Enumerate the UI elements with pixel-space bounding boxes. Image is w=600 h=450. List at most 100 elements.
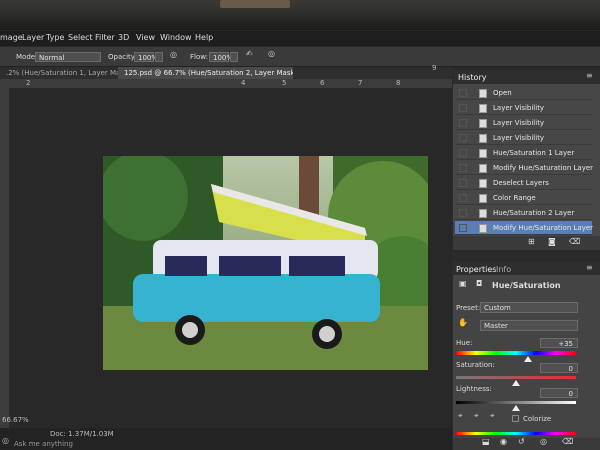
history-item[interactable]: Hue/Saturation 1 Layer — [455, 146, 592, 160]
history-item-selected[interactable]: Modify Hue/Saturation Layer — [455, 221, 594, 235]
document-image[interactable] — [103, 156, 428, 370]
bezel-reflection — [220, 0, 290, 8]
document-icon — [479, 104, 487, 113]
saturation-input[interactable]: 0 — [540, 363, 578, 373]
new-document-icon[interactable]: ⊞ — [528, 238, 535, 246]
history-item-label: Modify Hue/Saturation Layer — [493, 164, 594, 172]
menu-image[interactable]: mage — [0, 33, 23, 42]
tab-properties[interactable]: Properties — [456, 265, 496, 274]
snapshot-checkbox[interactable] — [459, 89, 467, 97]
hue-input[interactable]: +35 — [540, 338, 578, 348]
monitor-bezel — [0, 0, 600, 30]
opacity-input[interactable]: 100% — [134, 52, 158, 62]
preset-label: Preset: — [456, 304, 481, 312]
opacity-dropdown[interactable] — [155, 52, 163, 62]
ruler-mark: 7 — [358, 79, 363, 87]
camera-icon[interactable]: ◙ — [548, 238, 556, 246]
snapshot-checkbox[interactable] — [459, 209, 467, 217]
adjustment-icon[interactable]: ▣ — [459, 280, 467, 288]
colorize-checkbox[interactable] — [512, 415, 519, 422]
snapshot-checkbox[interactable] — [459, 194, 467, 202]
pressure-opacity-icon[interactable]: ◎ — [170, 51, 177, 59]
snapshot-checkbox[interactable] — [459, 119, 467, 127]
pressure-size-icon[interactable]: ◎ — [268, 50, 275, 58]
menu-select[interactable]: Select — [68, 33, 93, 42]
menu-view[interactable]: View — [136, 33, 155, 42]
history-item[interactable]: Color Range — [455, 191, 592, 205]
lightness-slider-thumb[interactable] — [512, 405, 520, 411]
search-hint[interactable]: Ask me anything — [14, 441, 73, 448]
history-item-label: Open — [493, 89, 512, 97]
document-icon — [479, 134, 487, 143]
saturation-slider-thumb[interactable] — [512, 380, 520, 386]
history-item-label: Layer Visibility — [493, 119, 545, 127]
reset-icon[interactable]: ↺ — [518, 438, 525, 446]
menu-help[interactable]: Help — [195, 33, 213, 42]
search-icon[interactable]: ◎ — [2, 437, 9, 445]
lightness-label: Lightness: — [456, 385, 492, 393]
channel-select[interactable]: Master — [480, 320, 578, 331]
history-item[interactable]: Modify Hue/Saturation Layer — [455, 161, 594, 175]
hue-slider-track[interactable] — [456, 351, 576, 355]
panel-menu-icon[interactable]: ≡ — [586, 72, 593, 80]
history-item-label: Layer Visibility — [493, 134, 545, 142]
tab-info[interactable]: Info — [496, 265, 511, 274]
visibility-eye-icon[interactable]: ◎ — [540, 438, 547, 446]
menu-3d[interactable]: 3D — [118, 33, 129, 42]
ruler-mark: 5 — [282, 79, 287, 87]
snapshot-checkbox[interactable] — [459, 224, 467, 232]
document-icon — [479, 224, 487, 233]
zoom-level[interactable]: 66.67% — [2, 417, 29, 424]
eyedropper-icon[interactable]: ⌖ — [458, 412, 463, 420]
eyedropper-plus-icon[interactable]: ⌖ — [474, 412, 479, 420]
clip-to-layer-icon[interactable]: ⬓ — [482, 438, 490, 446]
flow-dropdown[interactable] — [230, 52, 238, 62]
mode-select[interactable]: Normal — [35, 52, 101, 62]
eyedropper-minus-icon[interactable]: ⌖ — [490, 412, 495, 420]
preset-value: Custom — [484, 304, 511, 312]
lightness-input[interactable]: 0 — [540, 388, 578, 398]
delete-adjustment-icon[interactable]: ⌫ — [562, 438, 573, 446]
camper-van-photo — [103, 156, 428, 370]
ruler-mark: 2 — [26, 79, 31, 87]
properties-footer — [453, 438, 600, 450]
history-item[interactable]: Deselect Layers — [455, 176, 592, 190]
history-item[interactable]: Layer Visibility — [455, 101, 592, 115]
document-icon — [479, 119, 487, 128]
history-item[interactable]: Layer Visibility — [455, 131, 592, 145]
history-tab[interactable]: History — [458, 73, 486, 82]
menu-window[interactable]: Window — [160, 33, 192, 42]
history-item-label: Hue/Saturation 2 Layer — [493, 209, 575, 217]
preset-select[interactable]: Custom — [480, 302, 578, 313]
tab-hue-saturation-1[interactable]: .2% (Hue/Saturation 1, Layer Mask/8) * — [0, 67, 118, 79]
trash-icon[interactable]: ⌫ — [569, 238, 580, 246]
hue-value: +35 — [558, 340, 573, 348]
history-item[interactable]: Hue/Saturation 2 Layer — [455, 206, 592, 220]
tab-label: .2% (Hue/Saturation 1, Layer Mask/8) * — [6, 69, 118, 77]
lightness-slider-track[interactable] — [456, 401, 576, 404]
hue-slider-thumb[interactable] — [524, 356, 532, 362]
hue-label: Hue: — [456, 339, 473, 347]
airbrush-icon[interactable]: ✍ — [246, 50, 253, 58]
history-item[interactable]: Open — [455, 86, 592, 100]
snapshot-checkbox[interactable] — [459, 179, 467, 187]
menu-layer[interactable]: Layer — [22, 33, 44, 42]
targeted-adjustment-hand-icon[interactable]: ✋ — [458, 319, 468, 327]
view-previous-icon[interactable]: ◉ — [500, 438, 507, 446]
document-icon — [479, 89, 487, 98]
history-item-label: Modify Hue/Saturation Layer — [493, 224, 594, 232]
document-icon — [479, 179, 487, 188]
tab-125-psd[interactable]: 125.psd @ 66.7% (Hue/Saturation 2, Layer… — [118, 67, 293, 79]
menu-filter[interactable]: Filter — [95, 33, 115, 42]
history-item[interactable]: Layer Visibility — [455, 116, 592, 130]
saturation-slider-track[interactable] — [456, 376, 576, 379]
flow-input[interactable]: 100% — [209, 52, 233, 62]
menu-type[interactable]: Type — [46, 33, 64, 42]
snapshot-checkbox[interactable] — [459, 149, 467, 157]
snapshot-checkbox[interactable] — [459, 104, 467, 112]
snapshot-checkbox[interactable] — [459, 164, 467, 172]
panel-menu-icon[interactable]: ≡ — [586, 264, 593, 272]
layer-mask-icon[interactable]: ◘ — [476, 280, 482, 288]
document-size[interactable]: Doc: 1.37M/1.03M — [50, 431, 114, 438]
snapshot-checkbox[interactable] — [459, 134, 467, 142]
